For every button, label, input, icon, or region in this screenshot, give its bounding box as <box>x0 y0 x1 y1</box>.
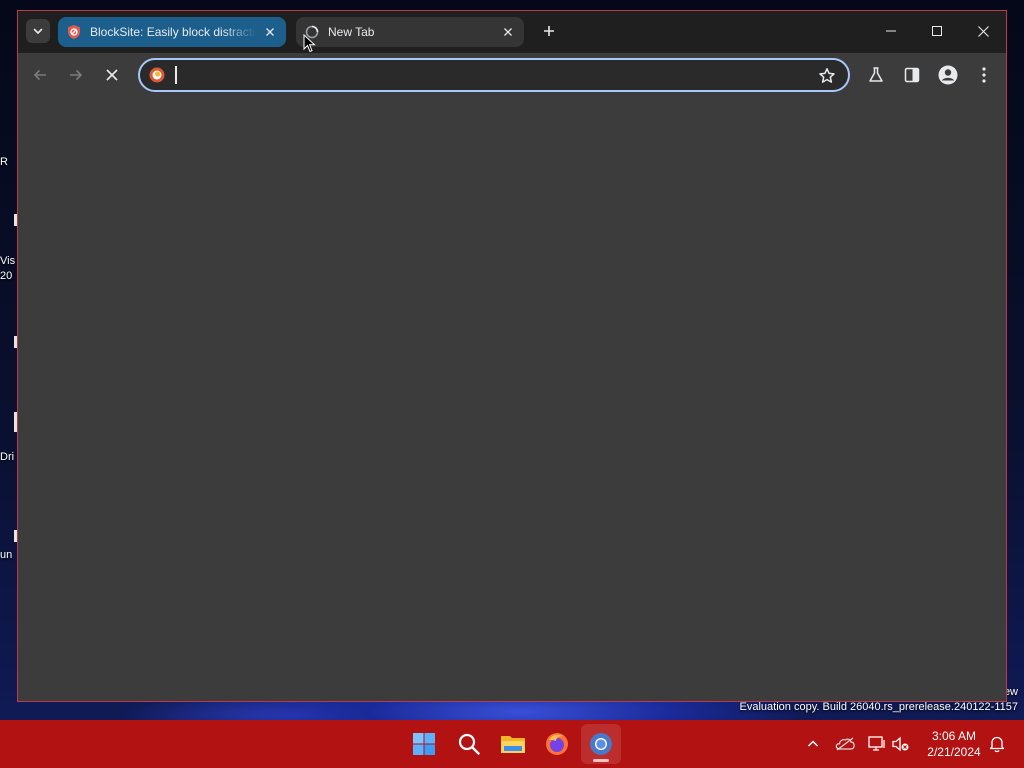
bookmark-button[interactable] <box>816 65 838 87</box>
tab-strip: BlockSite: Easily block distracting webs… <box>18 11 1006 53</box>
desktop-icon-label[interactable]: 20 <box>0 270 18 282</box>
side-panel-button[interactable] <box>898 61 926 89</box>
plus-icon <box>544 26 554 36</box>
chrome-icon <box>590 733 612 755</box>
person-icon <box>938 65 958 85</box>
volume-tray-button[interactable] <box>889 732 913 756</box>
onedrive-icon <box>835 737 855 751</box>
arrow-left-icon <box>33 69 46 81</box>
chevron-up-icon <box>807 740 819 747</box>
address-bar[interactable] <box>138 58 850 92</box>
flask-icon <box>869 67 883 82</box>
arrow-right-icon <box>70 69 83 81</box>
close-icon <box>106 69 118 81</box>
profile-button[interactable] <box>934 61 962 89</box>
page-content <box>18 97 1006 701</box>
file-explorer-button[interactable] <box>493 724 533 764</box>
chevron-down-icon <box>33 28 43 34</box>
taskbar: 3:06 AM 2/21/2024 <box>0 720 1024 768</box>
network-tray-button[interactable] <box>865 732 889 756</box>
volume-muted-icon <box>892 736 909 752</box>
tab-blocksite[interactable]: BlockSite: Easily block distracting webs… <box>58 17 286 47</box>
evaluation-watermark: Evaluation copy. Build 26040.rs_prerelea… <box>739 701 1018 713</box>
close-icon <box>266 28 274 36</box>
desktop-icon-label[interactable]: Dri <box>0 451 18 463</box>
firefox-button[interactable] <box>537 724 577 764</box>
side-panel-icon <box>904 67 920 83</box>
notification-bell-icon <box>989 736 1005 753</box>
desktop-icon-label[interactable]: Vis <box>0 255 18 267</box>
tab-close-button[interactable] <box>500 24 516 40</box>
taskbar-clock[interactable]: 3:06 AM 2/21/2024 <box>918 728 990 760</box>
show-hidden-icons-button[interactable] <box>801 732 825 756</box>
blocksite-shield-icon <box>68 25 80 39</box>
onedrive-tray-button[interactable] <box>833 732 857 756</box>
star-icon <box>819 68 835 83</box>
clock-time: 3:06 AM <box>931 729 977 743</box>
browser-toolbar <box>18 53 1006 97</box>
taskbar-search-button[interactable] <box>449 724 489 764</box>
network-icon <box>868 736 885 751</box>
minimize-button[interactable] <box>868 11 914 51</box>
search-icon <box>458 733 480 755</box>
browser-window: BlockSite: Easily block distracting webs… <box>17 10 1007 702</box>
labs-button[interactable] <box>862 61 890 89</box>
notifications-button[interactable] <box>985 732 1009 756</box>
tab-title: BlockSite: Easily block distracting webs… <box>90 25 256 39</box>
duckduckgo-icon <box>149 67 165 83</box>
desktop-icon-label[interactable]: R <box>0 156 18 168</box>
firefox-icon <box>546 733 568 755</box>
tab-title: New Tab <box>328 25 375 39</box>
text-caret <box>175 66 177 84</box>
minimize-icon <box>886 30 896 32</box>
chrome-button[interactable] <box>581 724 621 764</box>
new-tab-button[interactable] <box>538 20 560 42</box>
maximize-button[interactable] <box>914 11 960 51</box>
window-close-button[interactable] <box>960 11 1006 51</box>
tab-close-button[interactable] <box>262 24 278 40</box>
mouse-cursor-icon <box>303 34 316 53</box>
vertical-dots-icon <box>982 67 986 83</box>
stop-loading-button[interactable] <box>98 61 126 89</box>
desktop-icon-label[interactable]: un <box>0 549 18 561</box>
forward-button[interactable] <box>62 61 90 89</box>
close-icon <box>977 25 989 37</box>
maximize-icon <box>932 26 942 36</box>
back-button[interactable] <box>26 61 54 89</box>
start-button[interactable] <box>404 724 444 764</box>
start-icon <box>413 733 435 755</box>
tab-new-tab[interactable]: New Tab <box>296 17 524 47</box>
tab-search-button[interactable] <box>26 19 50 43</box>
close-icon <box>504 28 512 36</box>
browser-menu-button[interactable] <box>970 61 998 89</box>
file-explorer-icon <box>501 736 525 753</box>
clock-date: 2/21/2024 <box>927 745 981 759</box>
address-input[interactable] <box>174 65 774 85</box>
running-indicator <box>593 759 609 762</box>
